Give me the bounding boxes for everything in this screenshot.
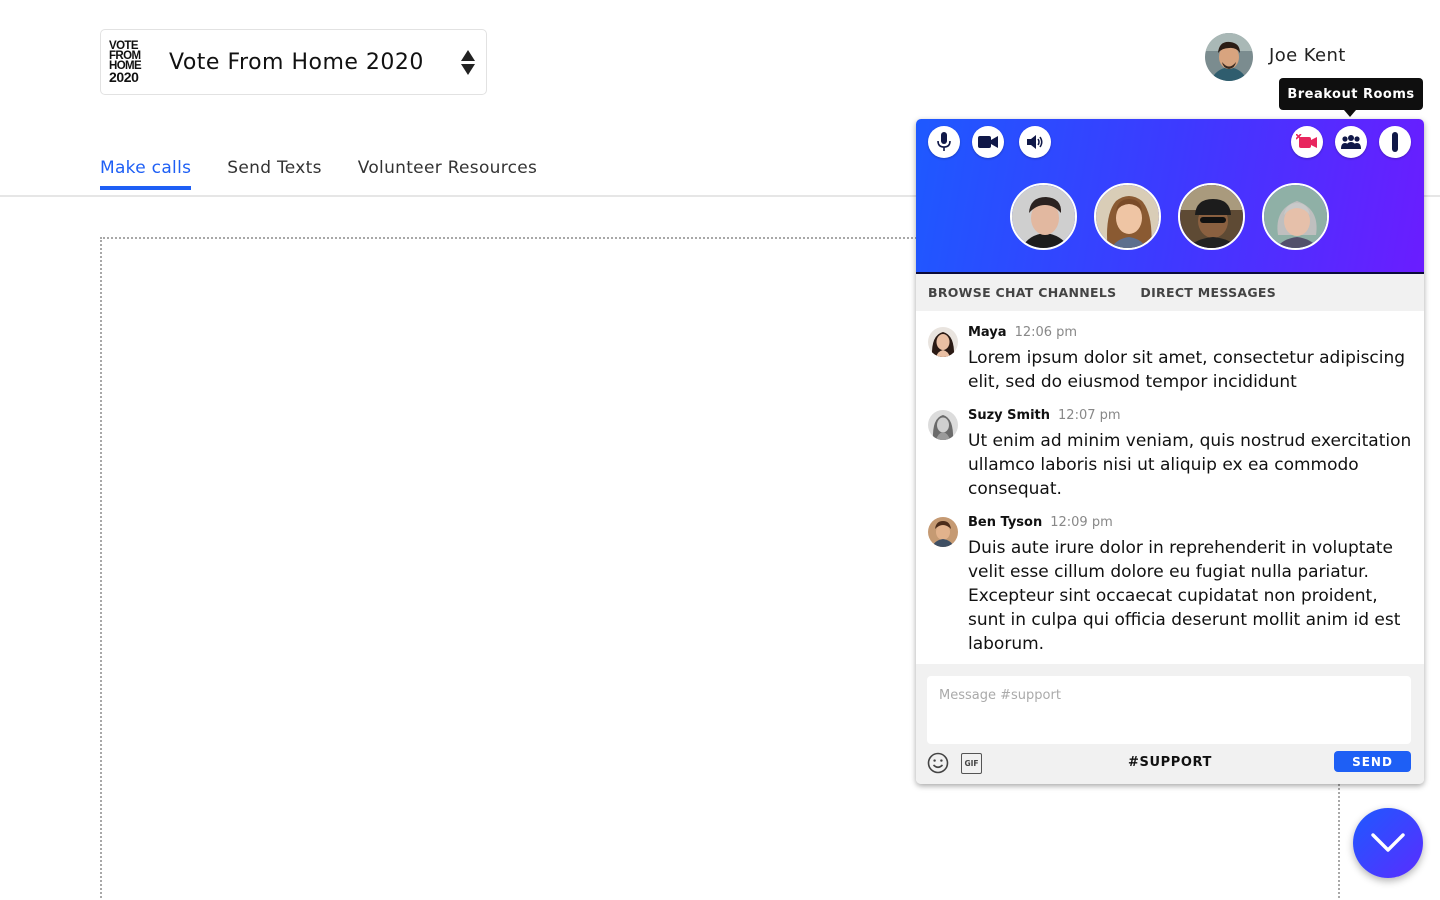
speaker-icon[interactable] (1019, 126, 1051, 158)
breakout-rooms-icon[interactable] (1335, 126, 1367, 158)
tab-volunteer-resources[interactable]: Volunteer Resources (358, 158, 537, 190)
tab-direct-messages[interactable]: DIRECT MESSAGES (1140, 285, 1276, 300)
sort-arrows-icon (460, 49, 476, 75)
chevron-down-icon (1371, 833, 1405, 852)
breakout-rooms-tooltip: Breakout Rooms (1279, 78, 1423, 117)
message-input[interactable] (927, 676, 1411, 744)
org-logo: VOTE FROM HOME 2020 (109, 37, 147, 87)
org-logo-line: FROM (109, 49, 141, 62)
message-text: Lorem ipsum dolor sit amet, consectetur … (968, 348, 1406, 392)
tab-browse-chat-channels[interactable]: BROWSE CHAT CHANNELS (928, 285, 1116, 300)
user-profile[interactable]: Joe Kent (1205, 33, 1346, 81)
user-avatar (1205, 33, 1253, 81)
message-time: 12:09 pm (1050, 515, 1113, 530)
message-list[interactable]: Maya 12:06 pm Lorem ipsum dolor sit amet… (916, 311, 1424, 665)
message-item: Suzy Smith 12:07 pm Ut enim ad minim ven… (928, 408, 1412, 501)
video-off-icon[interactable] (1291, 126, 1323, 158)
vertical-bar-icon[interactable] (1379, 126, 1411, 158)
composer-toolbar: GIF #SUPPORT SEND (916, 750, 1424, 778)
organization-name: Vote From Home 2020 (169, 49, 424, 75)
participant-list (1010, 183, 1329, 250)
message-text: Duis aute irure dolor in reprehenderit i… (968, 538, 1401, 654)
tab-send-texts[interactable]: Send Texts (227, 158, 321, 190)
message-time: 12:06 pm (1014, 325, 1078, 340)
org-logo-line: VOTE (109, 39, 139, 52)
message-author: Ben Tyson (968, 515, 1043, 530)
call-header (916, 119, 1424, 274)
participant-avatar[interactable] (1262, 183, 1329, 250)
collapse-panel-button[interactable] (1353, 808, 1423, 878)
organization-selector[interactable]: VOTE FROM HOME 2020 Vote From Home 2020 (100, 29, 487, 95)
message-avatar (928, 517, 958, 547)
microphone-icon[interactable] (928, 126, 960, 158)
message-author: Maya (968, 325, 1007, 340)
tab-make-calls[interactable]: Make calls (100, 158, 192, 190)
message-composer: GIF #SUPPORT SEND (916, 664, 1424, 784)
user-name: Joe Kent (1269, 44, 1346, 66)
video-camera-icon[interactable] (972, 126, 1004, 158)
message-avatar (928, 410, 958, 440)
app-page: VOTE FROM HOME 2020 Vote From Home 2020 … (0, 0, 1440, 900)
message-time: 12:07 pm (1058, 408, 1121, 423)
main-tabs: Make calls Send Texts Volunteer Resource… (100, 158, 573, 190)
participant-avatar[interactable] (1094, 183, 1161, 250)
message-author: Suzy Smith (968, 408, 1051, 423)
org-logo-line: 2020 (109, 68, 139, 85)
message-text: Ut enim ad minim veniam, quis nostrud ex… (968, 431, 1412, 499)
chat-tabs: BROWSE CHAT CHANNELS DIRECT MESSAGES (916, 274, 1424, 311)
participant-avatar[interactable] (1010, 183, 1077, 250)
message-item: Ben Tyson 12:09 pm Duis aute irure dolor… (928, 515, 1412, 656)
message-avatar (928, 327, 958, 357)
call-chat-panel: BROWSE CHAT CHANNELS DIRECT MESSAGES May… (916, 119, 1424, 784)
participant-avatar[interactable] (1178, 183, 1245, 250)
send-button[interactable]: SEND (1334, 751, 1411, 772)
message-item: Maya 12:06 pm Lorem ipsum dolor sit amet… (928, 325, 1412, 394)
